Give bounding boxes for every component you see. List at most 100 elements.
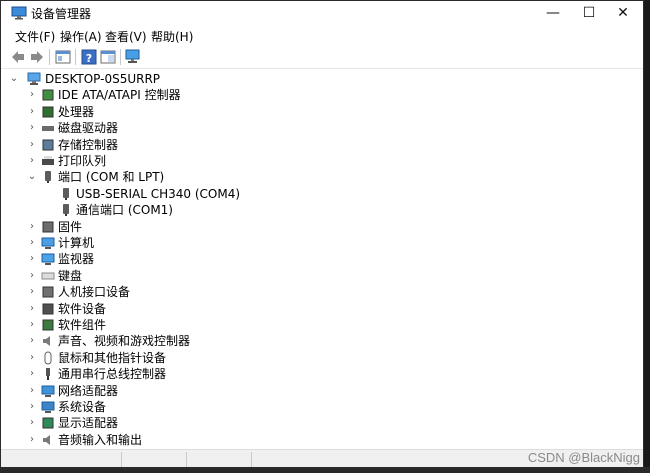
tree-item-label: 网络适配器 bbox=[58, 383, 119, 398]
firmware-icon bbox=[42, 221, 54, 233]
tree-item[interactable]: › 系统设备 bbox=[27, 399, 427, 415]
taskbar-strip bbox=[0, 467, 650, 473]
tree-item-label: 磁盘驱动器 bbox=[58, 121, 119, 136]
ide-controller-icon bbox=[42, 89, 54, 101]
back-arrow-icon[interactable] bbox=[9, 48, 27, 66]
tree-item-label: 键盘 bbox=[58, 268, 83, 283]
keyboard-icon bbox=[41, 272, 55, 280]
tree-item-label: 软件设备 bbox=[58, 301, 107, 316]
tree-item[interactable]: › 处理器 bbox=[27, 104, 427, 120]
tree-item-label: 通信端口 (COM1) bbox=[76, 203, 173, 218]
software-component-icon bbox=[42, 319, 54, 331]
expand-arrow-icon[interactable]: › bbox=[27, 268, 37, 284]
menu-help[interactable]: 帮助(H) bbox=[151, 28, 193, 45]
expand-arrow-icon[interactable]: › bbox=[27, 415, 37, 431]
tree-item[interactable]: › 声音、视频和游戏控制器 bbox=[27, 333, 427, 349]
system-device-icon bbox=[41, 401, 55, 413]
tree-item[interactable]: › IDE ATA/ATAPI 控制器 bbox=[27, 87, 427, 103]
mouse-icon bbox=[44, 351, 52, 365]
expand-arrow-icon[interactable]: › bbox=[27, 399, 37, 415]
watermark: CSDN @BlackNigg bbox=[527, 450, 640, 465]
toolbar-separator bbox=[75, 49, 76, 65]
tree-item-label: 计算机 bbox=[58, 236, 95, 250]
menu-file[interactable]: 文件(F) bbox=[15, 28, 55, 45]
tree-item[interactable]: › 软件设备 bbox=[27, 301, 427, 317]
tree-item[interactable]: USB-SERIAL CH340 (COM4) bbox=[45, 186, 445, 202]
help-icon[interactable]: ? bbox=[80, 48, 98, 66]
expand-arrow-icon[interactable]: › bbox=[27, 153, 37, 169]
tree-root[interactable]: ⌄ DESKTOP-0S5URRP bbox=[9, 71, 209, 87]
tree-item[interactable]: › 固件 bbox=[27, 219, 427, 235]
tree-item[interactable]: › 监视器 bbox=[27, 251, 427, 267]
toolbar-separator bbox=[120, 49, 121, 65]
collapse-arrow-icon[interactable]: ⌄ bbox=[27, 169, 37, 185]
port-icon bbox=[63, 204, 69, 217]
close-button[interactable]: ✕ bbox=[601, 1, 645, 25]
expand-arrow-icon[interactable]: › bbox=[27, 350, 37, 366]
tree-item[interactable]: › 鼠标和其他指针设备 bbox=[27, 350, 427, 366]
hid-icon bbox=[42, 286, 54, 298]
expand-arrow-icon[interactable]: › bbox=[27, 120, 37, 136]
tree-item-label: 通用串行总线控制器 bbox=[58, 367, 167, 382]
disk-drive-icon bbox=[42, 126, 54, 132]
tree-item[interactable]: › 磁盘驱动器 bbox=[27, 120, 427, 136]
expand-arrow-icon[interactable]: › bbox=[27, 251, 37, 267]
device-tree: ⌄ DESKTOP-0S5URRP › IDE ATA/ATAPI 控制器 › 处理器… bbox=[5, 69, 641, 449]
expand-arrow-icon[interactable]: › bbox=[27, 301, 37, 317]
tree-item[interactable]: › 计算机 bbox=[27, 235, 427, 251]
expand-arrow-icon[interactable]: › bbox=[27, 137, 37, 153]
root-label: DESKTOP-0S5URRP bbox=[45, 72, 161, 86]
port-icon bbox=[63, 187, 69, 200]
tree-item[interactable]: › 键盘 bbox=[27, 268, 427, 284]
tree-item-label: 鼠标和其他指针设备 bbox=[58, 350, 167, 365]
menu-bar: 文件(F) 操作(A) 查看(V) 帮助(H) bbox=[1, 25, 643, 45]
tree-item[interactable]: › 打印队列 bbox=[27, 153, 427, 169]
expand-arrow-icon[interactable]: › bbox=[27, 317, 37, 333]
tree-item[interactable]: › 音频输入和输出 bbox=[27, 432, 427, 448]
device-manager-window: 设备管理器 — ☐ ✕ 文件(F) 操作(A) 查看(V) 帮助(H) ? ⌄ … bbox=[0, 0, 644, 473]
expand-arrow-icon[interactable]: › bbox=[27, 432, 37, 448]
expand-arrow-icon[interactable]: › bbox=[27, 284, 37, 300]
expand-arrow-icon[interactable]: › bbox=[27, 333, 37, 349]
expand-arrow-icon[interactable]: › bbox=[27, 383, 37, 399]
menu-view[interactable]: 查看(V) bbox=[105, 28, 147, 45]
properties-sheet-icon[interactable] bbox=[54, 48, 72, 66]
tree-item[interactable]: › 人机接口设备 bbox=[27, 284, 427, 300]
tree-item-label: 系统设备 bbox=[58, 400, 107, 414]
tree-item[interactable]: › 网络适配器 bbox=[27, 383, 427, 399]
tree-item-label: USB-SERIAL CH340 (COM4) bbox=[76, 186, 241, 201]
tree-item-label: 音频输入和输出 bbox=[58, 432, 143, 447]
expand-arrow-icon[interactable]: › bbox=[27, 87, 37, 103]
audio-icon bbox=[43, 336, 50, 347]
svg-text:?: ? bbox=[86, 52, 92, 65]
forward-arrow-icon[interactable] bbox=[28, 48, 46, 66]
software-device-icon bbox=[42, 303, 54, 315]
tree-item[interactable]: 通信端口 (COM1) bbox=[45, 202, 445, 218]
tree-item[interactable]: ⌄ 端口 (COM 和 LPT) bbox=[27, 169, 427, 185]
tree-item[interactable]: › 通用串行总线控制器 bbox=[27, 366, 427, 382]
tree-item-label: 打印队列 bbox=[58, 154, 107, 168]
scan-hardware-icon[interactable] bbox=[124, 48, 142, 66]
expand-arrow-icon[interactable]: › bbox=[27, 219, 37, 235]
tree-item-label: 显示适配器 bbox=[58, 416, 119, 431]
view-panel-icon[interactable] bbox=[99, 48, 117, 66]
network-adapter-icon bbox=[41, 385, 55, 397]
window-title: 设备管理器 bbox=[31, 7, 92, 21]
expand-arrow-icon[interactable]: › bbox=[27, 366, 37, 382]
storage-controller-icon bbox=[42, 139, 54, 151]
tree-item[interactable]: › 存储控制器 bbox=[27, 137, 427, 153]
expand-arrow-icon[interactable]: › bbox=[27, 104, 37, 120]
collapse-arrow-icon[interactable]: ⌄ bbox=[9, 71, 19, 87]
computer-icon bbox=[27, 72, 41, 85]
tree-item-label: IDE ATA/ATAPI 控制器 bbox=[58, 88, 181, 103]
menu-action[interactable]: 操作(A) bbox=[60, 28, 102, 45]
tree-item-label: 监视器 bbox=[58, 252, 95, 267]
tree-item-label: 处理器 bbox=[58, 104, 95, 119]
toolbar: ? bbox=[1, 45, 643, 69]
audio-io-icon bbox=[43, 434, 50, 445]
usb-icon bbox=[46, 368, 50, 381]
tree-item[interactable]: › 软件组件 bbox=[27, 317, 427, 333]
tree-item[interactable]: › 显示适配器 bbox=[27, 415, 427, 431]
expand-arrow-icon[interactable]: › bbox=[27, 235, 37, 251]
monitor-icon bbox=[41, 253, 55, 266]
